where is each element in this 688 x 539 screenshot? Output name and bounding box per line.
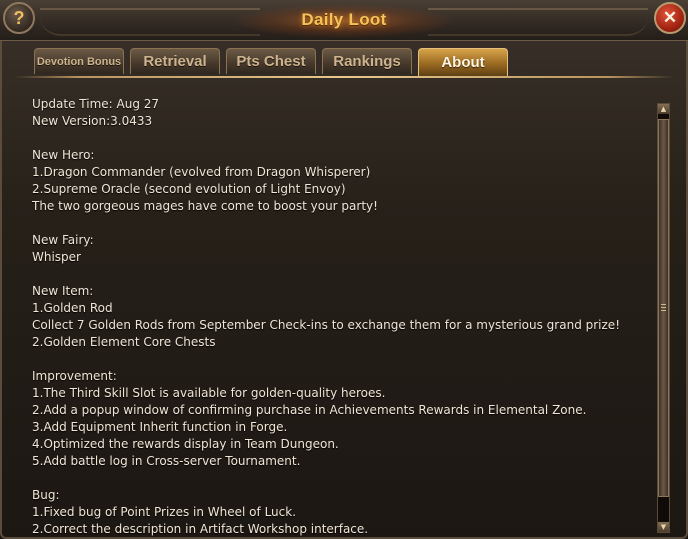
about-line: New Hero: (32, 148, 95, 162)
tab-pts-chest[interactable]: Pts Chest (226, 48, 316, 74)
help-icon: ? (13, 7, 25, 28)
about-line: Collect 7 Golden Rods from September Che… (32, 318, 620, 332)
title-bar: Daily Loot ? ✕ (0, 0, 688, 41)
title-ornament-right (428, 8, 648, 36)
about-line: Bug: (32, 488, 60, 502)
about-line: 1.Dragon Commander (evolved from Dragon … (32, 165, 371, 179)
scroll-down-button[interactable]: ▼ (658, 522, 669, 532)
about-line: 3.Add Equipment Inherit function in Forg… (32, 420, 288, 434)
scrollbar[interactable]: ▲ ▼ (657, 103, 670, 533)
grip-line (661, 304, 666, 305)
scroll-track[interactable] (658, 115, 669, 523)
tab-devotion-bonus[interactable]: Devotion Bonus (34, 48, 124, 74)
about-line: 2.Supreme Oracle (second evolution of Li… (32, 182, 346, 196)
about-line: 2.Golden Element Core Chests (32, 335, 216, 349)
tab-rankings[interactable]: Rankings (322, 48, 412, 74)
about-content-panel[interactable]: Update Time: Aug 27 New Version:3.0433 New… (16, 96, 652, 539)
scroll-up-button[interactable]: ▲ (658, 104, 669, 114)
about-line: 1.Fixed bug of Point Prizes in Wheel of … (32, 505, 297, 519)
about-text: Update Time: Aug 27 New Version:3.0433 New… (16, 96, 652, 538)
tab-bar: Devotion Bonus Retrieval Pts Chest Ranki… (34, 48, 508, 76)
about-line: New Fairy: (32, 233, 94, 247)
about-line: New Item: (32, 284, 94, 298)
about-line: The two gorgeous mages have come to boos… (32, 199, 378, 213)
about-line: 1.Golden Rod (32, 301, 113, 315)
about-line: Improvement: (32, 369, 117, 383)
help-button[interactable]: ? (3, 2, 35, 34)
scroll-down-icon: ▼ (660, 523, 667, 531)
about-line: Update Time: Aug 27 (32, 97, 160, 111)
about-line: 4.Optimized the rewards display in Team … (32, 437, 339, 451)
about-line: 5.Add battle log in Cross-server Tournam… (32, 454, 301, 468)
close-icon: ✕ (662, 8, 678, 27)
about-line: 2.Correct the description in Artifact Wo… (32, 522, 369, 536)
about-line: 1.The Third Skill Slot is available for … (32, 386, 386, 400)
tab-about[interactable]: About (418, 48, 508, 76)
about-line: 2.Add a popup window of confirming purch… (32, 403, 587, 417)
tab-retrieval[interactable]: Retrieval (130, 48, 220, 74)
dialog-title: Daily Loot (301, 10, 387, 29)
grip-line (661, 310, 666, 311)
about-line: New Version:3.0433 (32, 114, 153, 128)
scroll-thumb[interactable] (658, 119, 669, 497)
tab-divider (14, 76, 674, 78)
grip-line (661, 307, 666, 308)
title-ornament-left (40, 8, 260, 36)
about-line: Whisper (32, 250, 81, 264)
close-button[interactable]: ✕ (654, 2, 686, 34)
scroll-up-icon: ▲ (660, 105, 667, 113)
